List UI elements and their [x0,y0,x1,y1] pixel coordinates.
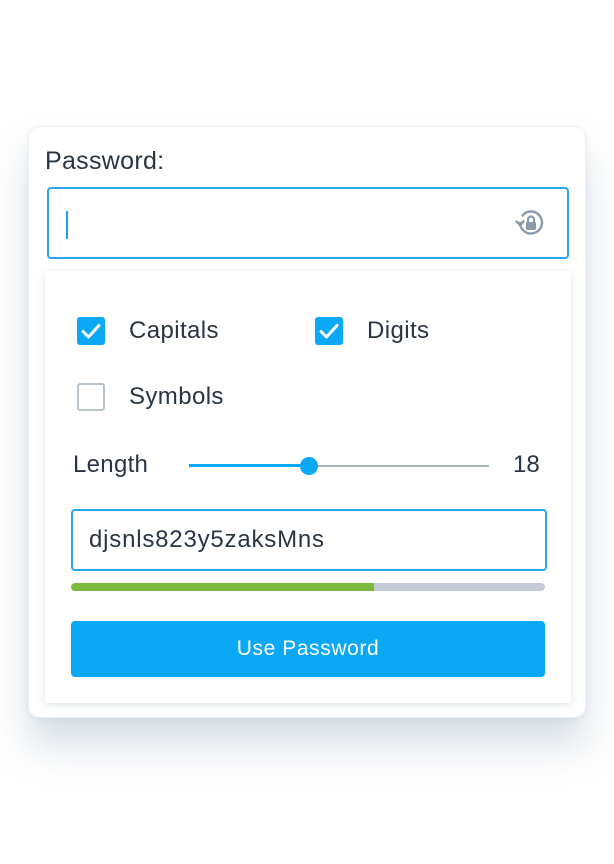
check-icon [81,324,101,339]
strength-meter-fill [71,583,375,591]
capitals-checkbox[interactable] [77,317,105,345]
password-generator-card: Password: Capitals Digits Symbols Length… [28,126,586,718]
generated-password-field[interactable] [71,509,547,571]
digits-checkbox[interactable] [315,317,343,345]
symbols-checkbox[interactable] [77,383,105,411]
capitals-option[interactable]: Capitals [77,317,219,345]
symbols-label: Symbols [129,383,224,410]
use-password-button[interactable]: Use Password [71,621,545,677]
stage: Password: Capitals Digits Symbols Length… [0,0,614,864]
length-slider[interactable] [189,455,489,477]
check-icon [319,324,339,339]
capitals-label: Capitals [129,317,219,344]
digits-label: Digits [367,317,430,344]
text-caret [66,211,68,239]
strength-meter [71,583,545,591]
length-label: Length [73,451,149,478]
slider-fill [189,464,309,467]
password-input[interactable] [65,189,485,257]
digits-option[interactable]: Digits [315,317,429,345]
password-label: Password: [45,147,165,175]
slider-thumb[interactable] [300,457,318,475]
symbols-option[interactable]: Symbols [77,383,224,411]
length-value: 18 [513,451,540,478]
password-field[interactable] [47,187,569,259]
refresh-lock-icon[interactable] [513,205,549,241]
generated-password-input[interactable] [89,511,529,569]
generator-options-panel: Capitals Digits Symbols Length 18 djsnls… [45,271,571,703]
